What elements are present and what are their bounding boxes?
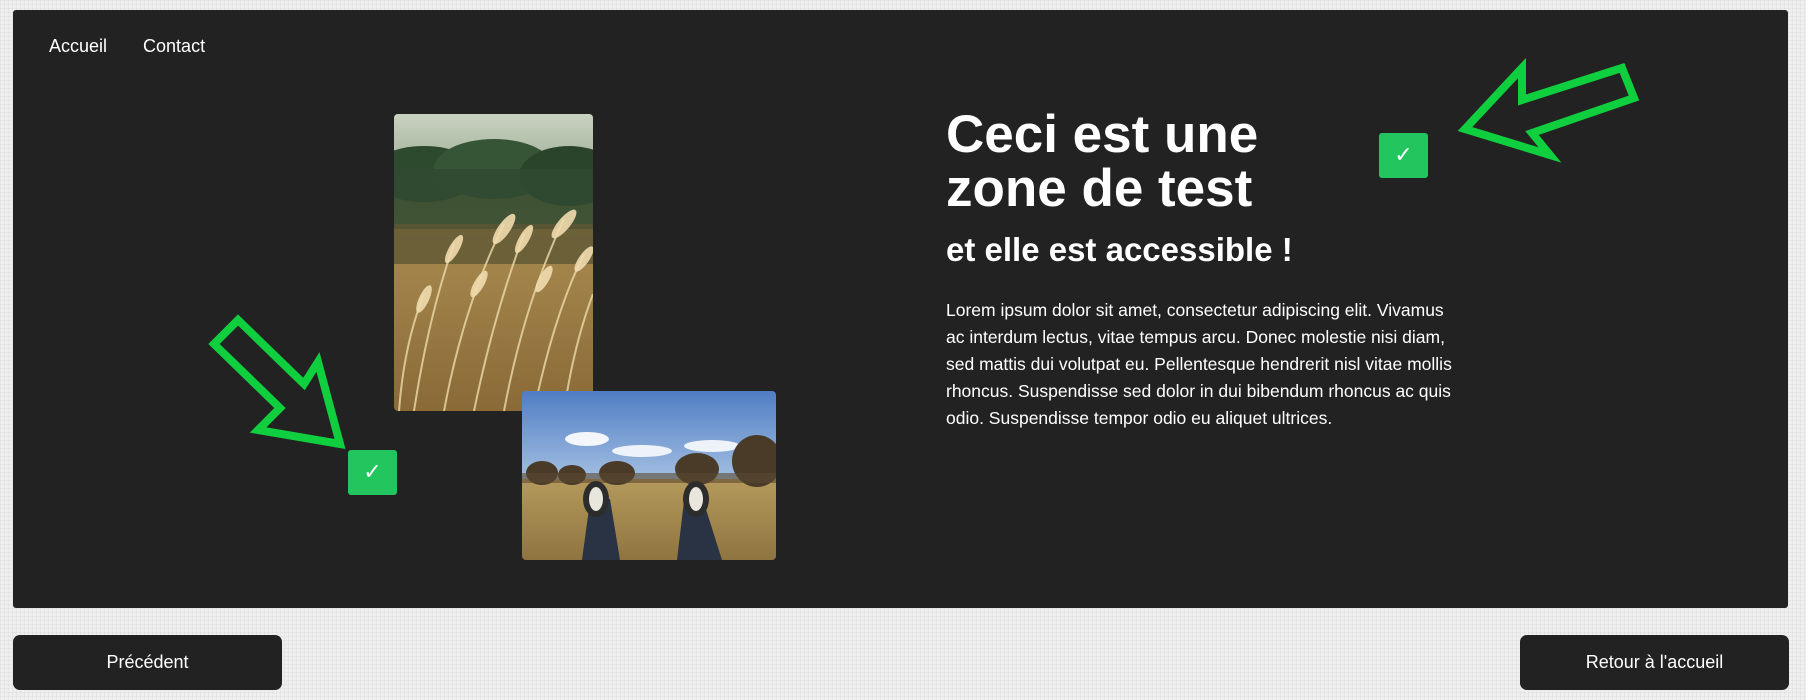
feet-in-field-photo	[522, 391, 776, 560]
nav-link-accueil[interactable]: Accueil	[49, 36, 107, 57]
back-to-home-button[interactable]: Retour à l'accueil	[1520, 635, 1789, 690]
hero-subtitle: et elle est accessible !	[946, 231, 1293, 268]
top-nav: Accueil Contact	[49, 36, 205, 57]
checkmark-icon: ✓	[348, 450, 397, 495]
nav-link-contact[interactable]: Contact	[143, 36, 205, 57]
hero-title: Ceci est une zone de test	[946, 105, 1259, 218]
wheat-field-photo	[394, 114, 593, 411]
hero-body-text: Lorem ipsum dolor sit amet, consectetur …	[946, 300, 1452, 428]
arrow-pointing-left-icon	[1457, 57, 1640, 163]
arrow-pointing-down-right-icon	[208, 314, 346, 449]
checkmark-icon: ✓	[1379, 133, 1428, 178]
previous-button[interactable]: Précédent	[13, 635, 282, 690]
